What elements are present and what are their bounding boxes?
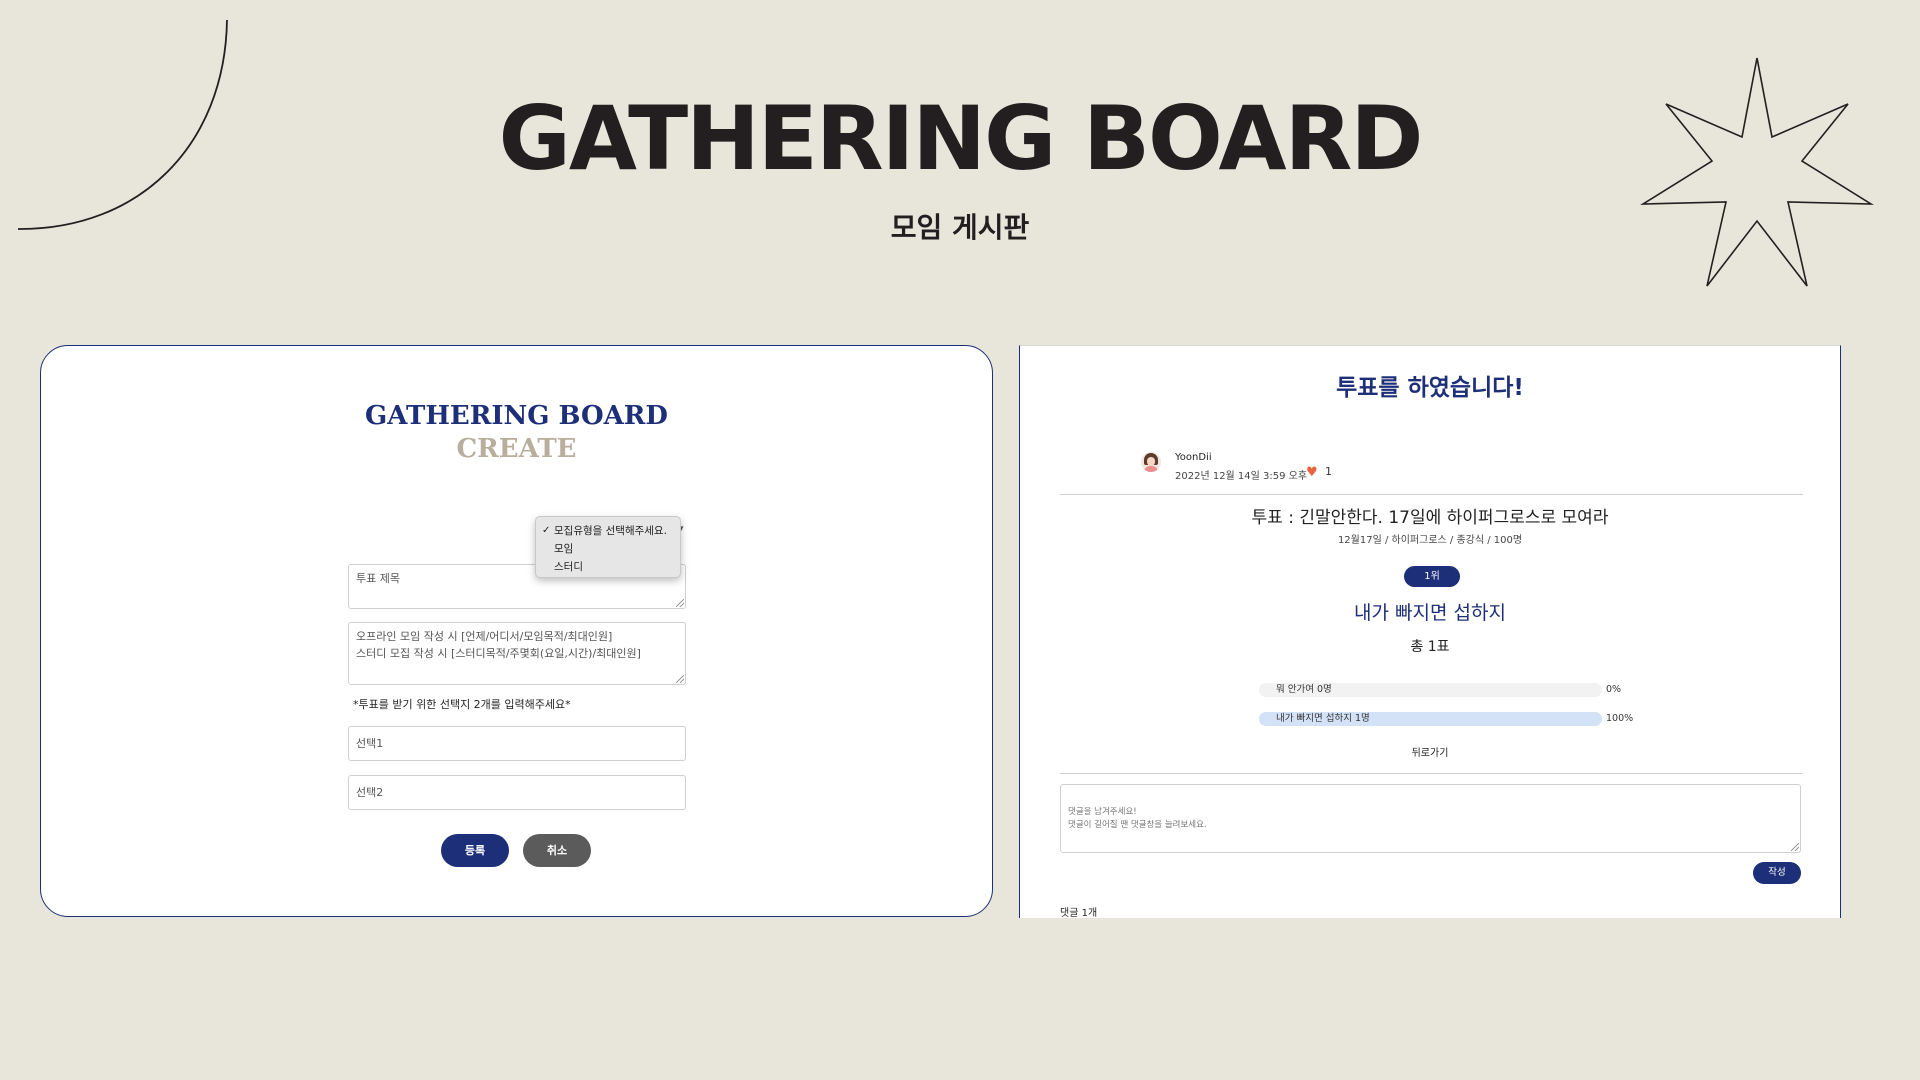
comment-textarea[interactable]: 댓글을 남겨주세요! 댓글이 길어질 땐 댓글창을 늘려보세요. bbox=[1060, 784, 1801, 853]
divider bbox=[1060, 494, 1803, 495]
choice2-placeholder: 선택2 bbox=[356, 786, 384, 799]
check-icon: ✓ bbox=[542, 525, 551, 536]
result-bar-2[interactable]: 내가 빠지면 섭하지 1명 bbox=[1259, 712, 1602, 726]
slide-subtitle: 모임 게시판 bbox=[890, 211, 1030, 244]
total-votes: 총 1표 bbox=[1410, 639, 1450, 655]
avatar[interactable] bbox=[1141, 452, 1161, 472]
comment-count: 댓글 1개 bbox=[1060, 908, 1098, 918]
vote-title: 투표 : 긴말안한다. 17일에 하이퍼그로스로 모여라 bbox=[1251, 508, 1609, 528]
create-form-panel: GATHERING BOARD CREATE 투표 제목 오프라인 모임 작성 … bbox=[40, 345, 993, 917]
form-title: GATHERING BOARD bbox=[365, 401, 668, 431]
choice1-input[interactable]: 선택1 bbox=[348, 726, 686, 761]
description-placeholder-line2: 스터디 모집 작성 시 [스터디목적/주몇회(요일,시간)/최대인원] bbox=[356, 646, 641, 660]
like-count: 1 bbox=[1325, 465, 1332, 478]
choice-hint: *투표를 받기 위한 선택지 2개를 입력해주세요* bbox=[353, 698, 571, 711]
result-bar-1[interactable]: 뭐 안가여 0명 bbox=[1259, 683, 1602, 697]
description-placeholder-line1: 오프라인 모임 작성 시 [언제/어디서/모임목적/최대인원] bbox=[356, 630, 613, 643]
vote-title-placeholder: 투표 제목 bbox=[356, 572, 400, 585]
cancel-button[interactable]: 취소 bbox=[523, 834, 591, 867]
choice1-placeholder: 선택1 bbox=[356, 737, 384, 750]
result-percent: 0% bbox=[1606, 684, 1622, 695]
slide-title: GATHERING BOARD bbox=[498, 87, 1424, 190]
back-link[interactable]: 뒤로가기 bbox=[1020, 744, 1840, 759]
heart-icon[interactable]: ♥ bbox=[1306, 465, 1318, 480]
result-bar-label: 뭐 안가여 0명 bbox=[1276, 684, 1332, 695]
divider bbox=[1060, 773, 1803, 774]
type-select-dropdown[interactable]: ✓ 모집유형을 선택해주세요. 모임 스터디 bbox=[535, 516, 681, 578]
result-percent: 100% bbox=[1606, 713, 1634, 724]
resize-handle-icon[interactable] bbox=[676, 675, 684, 683]
form-subtitle: CREATE bbox=[456, 434, 577, 464]
resize-handle-icon[interactable] bbox=[676, 599, 684, 607]
description-textarea[interactable]: 오프라인 모임 작성 시 [언제/어디서/모임목적/최대인원] 스터디 모집 작… bbox=[348, 622, 686, 685]
comment-placeholder-line1: 댓글을 남겨주세요! bbox=[1068, 807, 1137, 817]
comment-placeholder-line2: 댓글이 길어질 땐 댓글창을 늘려보세요. bbox=[1068, 819, 1207, 830]
resize-handle-icon[interactable] bbox=[1791, 843, 1799, 851]
select-option[interactable]: 모임 bbox=[542, 540, 680, 558]
author-name[interactable]: YoonDii bbox=[1175, 452, 1212, 463]
select-option[interactable]: ✓ 모집유형을 선택해주세요. bbox=[542, 522, 680, 540]
select-option[interactable]: 스터디 bbox=[542, 558, 680, 576]
vote-meta: 12월17일 / 하이퍼그로스 / 종강식 / 100명 bbox=[1337, 535, 1523, 546]
write-comment-button[interactable]: 작성 bbox=[1753, 862, 1801, 884]
submit-button[interactable]: 등록 bbox=[441, 834, 509, 867]
vote-done-heading: 투표를 하였습니다! bbox=[1336, 375, 1524, 401]
vote-result-panel: 투표를 하였습니다! YoonDii 2022년 12월 14일 3:59 오후… bbox=[1019, 345, 1841, 918]
winning-option: 내가 빠지면 섭하지 bbox=[1354, 602, 1506, 624]
post-date: 2022년 12월 14일 3:59 오후 bbox=[1175, 471, 1308, 482]
result-bar-label: 내가 빠지면 섭하지 1명 bbox=[1276, 713, 1370, 724]
choice2-input[interactable]: 선택2 bbox=[348, 775, 686, 810]
rank-badge: 1위 bbox=[1404, 566, 1460, 587]
